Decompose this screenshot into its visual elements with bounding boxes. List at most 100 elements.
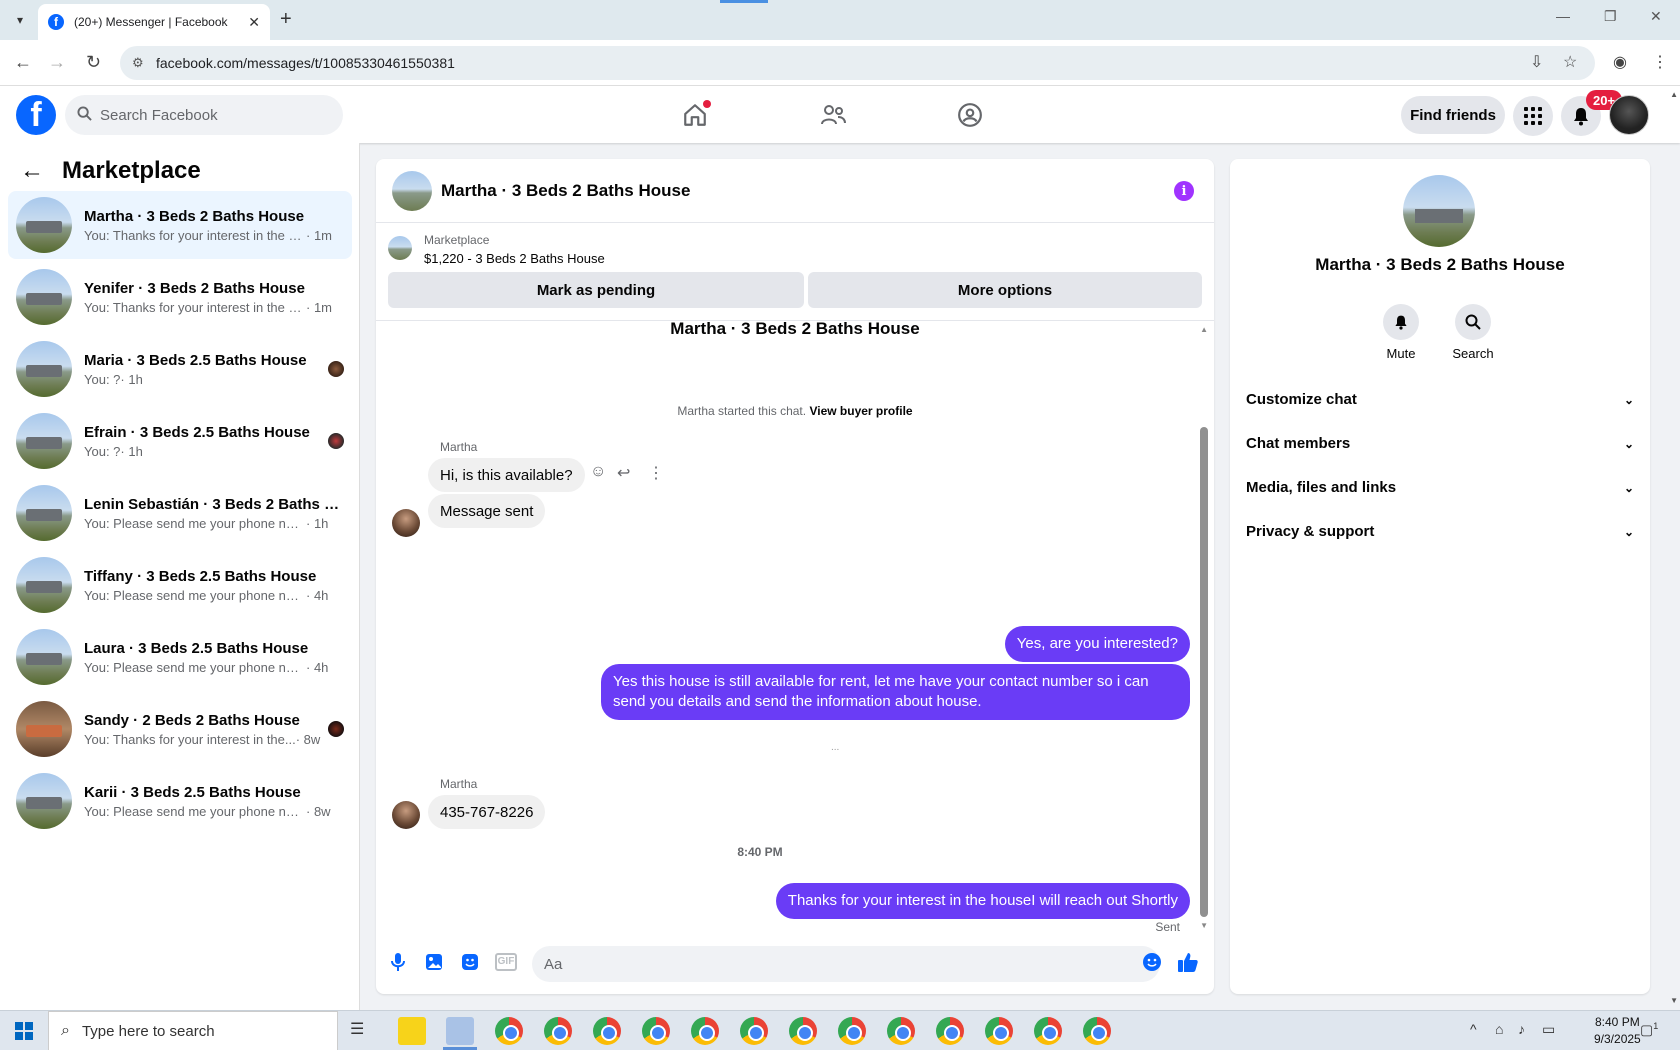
emoji-icon[interactable]	[1140, 950, 1164, 974]
chrome-app-icon[interactable]	[740, 1017, 768, 1045]
chrome-app-icon[interactable]	[789, 1017, 817, 1045]
back-arrow-icon[interactable]: ←	[20, 157, 44, 185]
restore-button[interactable]: ❐	[1604, 8, 1617, 25]
chrome-app-icon[interactable]	[642, 1017, 670, 1045]
chat-title[interactable]: Martha · 3 Beds 2 Baths House	[441, 181, 690, 201]
taskbar-clock[interactable]: 8:40 PM 9/3/2025	[1594, 1014, 1641, 1048]
view-buyer-profile-link[interactable]: View buyer profile	[809, 404, 912, 418]
search-action[interactable]: Search	[1443, 304, 1503, 361]
conversation-item[interactable]: Karii · 3 Beds 2.5 Baths House You: Plea…	[8, 767, 352, 835]
find-friends-button[interactable]: Find friends	[1401, 96, 1505, 134]
thumbs-up-icon[interactable]	[1176, 950, 1200, 974]
bell-icon[interactable]	[1383, 304, 1419, 340]
page-scroll-up-arrow[interactable]: ▲	[1670, 90, 1678, 99]
back-button[interactable]: ←	[14, 52, 32, 73]
more-actions-icon[interactable]: ⋮	[648, 463, 664, 483]
browser-menu-icon[interactable]: ⋮	[1652, 52, 1668, 72]
chrome-app-icon[interactable]	[887, 1017, 915, 1045]
bookmark-star-icon[interactable]: ☆	[1563, 52, 1577, 72]
url-field[interactable]: ⚙ facebook.com/messages/t/10085330461550…	[120, 46, 1595, 80]
media-files-links-row[interactable]: Media, files and links ⌄	[1246, 467, 1634, 508]
chrome-app-icon[interactable]	[691, 1017, 719, 1045]
message-bubble-incoming[interactable]: Message sent	[428, 494, 546, 528]
sticker-icon[interactable]	[458, 950, 482, 974]
volume-icon[interactable]: ♪	[1518, 1021, 1525, 1037]
action-center-icon[interactable]: ▢1	[1640, 1021, 1658, 1039]
customize-chat-row[interactable]: Customize chat ⌄	[1246, 379, 1634, 420]
active-app-icon[interactable]	[446, 1017, 474, 1045]
browser-tab[interactable]: f (20+) Messenger | Facebook ✕	[38, 4, 270, 40]
mute-action[interactable]: Mute	[1371, 304, 1431, 361]
close-window-button[interactable]: ✕	[1650, 8, 1662, 25]
facebook-logo[interactable]: f	[16, 95, 56, 135]
chrome-app-icon[interactable]	[1083, 1017, 1111, 1045]
conversation-item[interactable]: Lenin Sebastián · 3 Beds 2 Baths H... Yo…	[8, 479, 352, 547]
tab-close-icon[interactable]: ✕	[248, 14, 260, 31]
message-bubble-incoming[interactable]: 435-767-8226	[428, 795, 546, 829]
task-view-icon[interactable]: ☰	[350, 1019, 364, 1039]
conversation-item[interactable]: Martha · 3 Beds 2 Baths House You: Thank…	[8, 191, 352, 259]
profile-icon[interactable]: ◉	[1613, 52, 1627, 72]
chrome-app-icon[interactable]	[1034, 1017, 1062, 1045]
gif-icon[interactable]: GIF	[494, 950, 518, 974]
privacy-support-row[interactable]: Privacy & support ⌄	[1246, 511, 1634, 552]
conversation-time: · 1h	[120, 371, 143, 387]
show-hidden-icons-chevron-icon[interactable]: ^	[1470, 1021, 1477, 1037]
emoji-react-icon[interactable]: ☺	[590, 463, 606, 481]
chat-avatar[interactable]	[392, 170, 432, 211]
taskbar-search[interactable]: ⌕	[48, 1011, 338, 1050]
message-bubble-outgoing[interactable]: Thanks for your interest in the houseI w…	[775, 883, 1190, 919]
install-app-icon[interactable]: ⇩	[1530, 52, 1543, 72]
listing-price[interactable]: $1,220 - 3 Beds 2 Baths House	[424, 251, 605, 266]
conversation-time: · 8w	[295, 731, 321, 747]
groups-icon[interactable]	[955, 100, 985, 130]
conversation-item[interactable]: Tiffany · 3 Beds 2.5 Baths House You: Pl…	[8, 551, 352, 619]
microphone-icon[interactable]	[386, 950, 410, 974]
taskbar-search-input[interactable]	[81, 1022, 242, 1040]
typing-indicator: ...	[831, 742, 840, 753]
chrome-app-icon[interactable]	[495, 1017, 523, 1045]
photo-icon[interactable]	[422, 950, 446, 974]
tab-search-button[interactable]: ▾	[8, 8, 32, 32]
conversation-item[interactable]: Sandy · 2 Beds 2 Baths House You: Thanks…	[8, 695, 352, 763]
message-input-box[interactable]	[532, 946, 1160, 982]
more-options-button[interactable]: More options	[808, 272, 1202, 308]
site-info-icon[interactable]: ⚙	[132, 55, 144, 71]
message-bubble-outgoing[interactable]: Yes, are you interested?	[1004, 626, 1190, 662]
chrome-app-icon[interactable]	[838, 1017, 866, 1045]
forward-button[interactable]: →	[48, 52, 66, 73]
chrome-app-icon[interactable]	[985, 1017, 1013, 1045]
conversation-item[interactable]: Maria · 3 Beds 2.5 Baths House You: ? · 1…	[8, 335, 352, 403]
message-input[interactable]	[544, 955, 1104, 973]
search-icon[interactable]	[1455, 304, 1491, 340]
facebook-search-input[interactable]	[100, 106, 320, 124]
chrome-app-icon[interactable]	[544, 1017, 572, 1045]
chat-members-row[interactable]: Chat members ⌄	[1246, 423, 1634, 464]
mark-as-pending-button[interactable]: Mark as pending	[388, 272, 804, 308]
listing-avatar-large[interactable]	[1403, 175, 1475, 247]
chrome-app-icon[interactable]	[593, 1017, 621, 1045]
sidebar-title: Marketplace	[62, 157, 201, 184]
menu-grid-icon[interactable]	[1513, 96, 1553, 136]
friends-icon[interactable]	[818, 100, 848, 130]
network-icon[interactable]: ⌂	[1495, 1021, 1503, 1037]
display-icon[interactable]: ▭	[1542, 1021, 1555, 1038]
page-scroll-down-arrow[interactable]: ▼	[1670, 996, 1678, 1005]
account-avatar[interactable]	[1609, 95, 1649, 135]
thread-title: Martha · 3 Beds 2 Baths House	[670, 319, 920, 338]
chat-scrollbar[interactable]	[1200, 427, 1208, 917]
facebook-search[interactable]	[65, 95, 343, 135]
conversation-item[interactable]: Laura · 3 Beds 2.5 Baths House You: Plea…	[8, 623, 352, 691]
chrome-app-icon[interactable]	[936, 1017, 964, 1045]
sticky-notes-app-icon[interactable]	[398, 1017, 426, 1045]
info-icon[interactable]: i	[1174, 181, 1194, 201]
conversation-item[interactable]: Yenifer · 3 Beds 2 Baths House You: Than…	[8, 263, 352, 331]
reload-button[interactable]: ↻	[86, 52, 101, 73]
message-bubble-outgoing[interactable]: Yes this house is still available for re…	[601, 664, 1190, 720]
minimize-button[interactable]: —	[1556, 8, 1570, 24]
new-tab-button[interactable]: +	[280, 8, 292, 31]
reply-icon[interactable]: ↩	[617, 463, 630, 483]
conversation-item[interactable]: Efrain · 3 Beds 2.5 Baths House You: ? · …	[8, 407, 352, 475]
message-bubble-incoming[interactable]: Hi, is this available?	[428, 458, 585, 492]
windows-start-icon[interactable]	[0, 1011, 48, 1050]
